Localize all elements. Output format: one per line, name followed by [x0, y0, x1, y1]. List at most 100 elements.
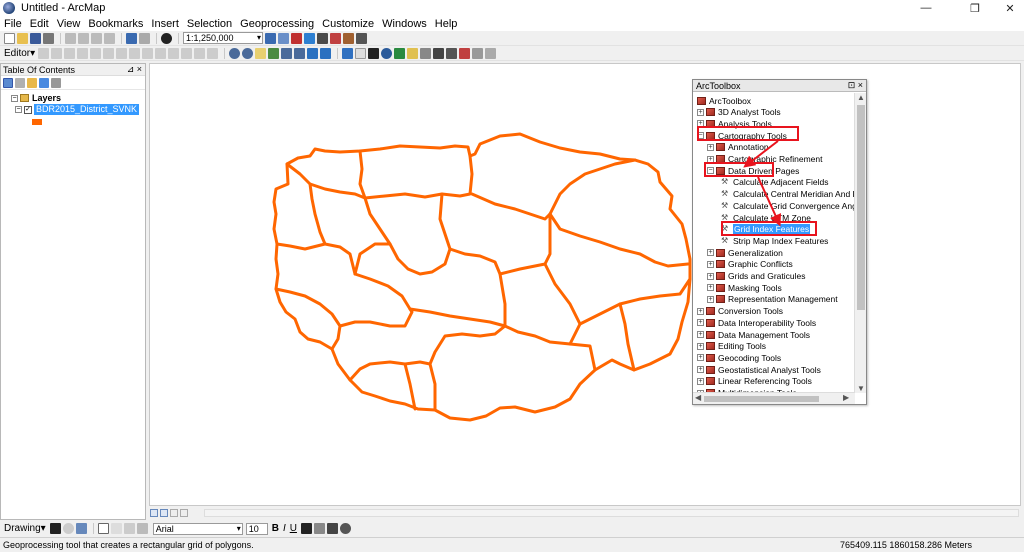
cut-polygons-icon[interactable]	[142, 47, 154, 59]
menu-help[interactable]: Help	[435, 18, 458, 30]
edit-tool-icon[interactable]	[38, 47, 50, 59]
html-popup-icon[interactable]	[407, 47, 419, 59]
list-by-visibility-icon[interactable]	[27, 77, 37, 88]
find-icon[interactable]	[433, 47, 445, 59]
editor-toolbar-icon[interactable]	[265, 32, 276, 44]
go-to-xy-icon[interactable]	[459, 47, 471, 59]
line-color-icon[interactable]	[326, 523, 338, 534]
underline-button[interactable]: U	[290, 523, 297, 534]
rotate-icon[interactable]	[62, 523, 74, 534]
pause-drawing-icon[interactable]	[180, 509, 188, 517]
clear-selection-icon[interactable]	[355, 47, 367, 59]
zoom-out-icon[interactable]	[242, 47, 254, 59]
select-elements-icon[interactable]	[368, 47, 380, 59]
go-back-icon[interactable]	[307, 47, 319, 59]
close-button[interactable]: ✕	[996, 0, 1024, 16]
layers-group[interactable]: − Layers	[11, 93, 61, 103]
reshape-icon[interactable]	[129, 47, 141, 59]
data-view-icon[interactable]	[150, 509, 158, 517]
select-features-icon[interactable]	[342, 47, 354, 59]
open-icon[interactable]	[17, 32, 28, 44]
add-data-icon[interactable]	[161, 32, 172, 44]
layer-visibility-checkbox[interactable]: ✓	[24, 105, 32, 114]
curved-text-icon[interactable]	[136, 523, 148, 534]
edit-annotation-icon[interactable]	[51, 47, 63, 59]
full-extent-icon[interactable]	[268, 47, 280, 59]
marker-color-icon[interactable]	[339, 523, 351, 534]
refresh-icon[interactable]	[170, 509, 178, 517]
whats-this-icon[interactable]	[356, 32, 367, 44]
map-horizontal-scrollbar[interactable]	[204, 509, 1019, 517]
redo-icon[interactable]	[139, 32, 150, 44]
map-scale-input[interactable]: 1:1,250,000	[183, 32, 263, 44]
fixed-zoom-out-icon[interactable]	[294, 47, 306, 59]
arctoolbox-icon[interactable]	[291, 32, 302, 44]
menu-windows[interactable]: Windows	[382, 18, 427, 30]
search-window-icon[interactable]	[317, 32, 328, 44]
minimize-button[interactable]: —	[912, 0, 940, 16]
layer-name[interactable]: BDR2015_District_SVNK	[34, 104, 140, 115]
layout-view-icon[interactable]	[160, 509, 168, 517]
text-icon[interactable]	[110, 523, 122, 534]
select-elements-icon[interactable]	[49, 523, 61, 534]
zoom-to-selected-icon[interactable]	[75, 523, 87, 534]
new-document-icon[interactable]	[4, 32, 15, 44]
map-display[interactable]	[149, 63, 1021, 506]
rectangle-icon[interactable]	[97, 523, 109, 534]
italic-button[interactable]: I	[283, 523, 286, 534]
point-icon[interactable]	[103, 47, 115, 59]
edit-vertices-icon[interactable]	[123, 523, 135, 534]
toc-options-icon[interactable]	[51, 77, 61, 88]
straight-segment-icon[interactable]	[64, 47, 76, 59]
cut-icon[interactable]	[65, 32, 76, 44]
save-icon[interactable]	[30, 32, 41, 44]
menu-edit[interactable]: Edit	[30, 18, 49, 30]
time-slider-icon[interactable]	[472, 47, 484, 59]
menu-file[interactable]: File	[4, 18, 22, 30]
copy-icon[interactable]	[78, 32, 89, 44]
bold-button[interactable]: B	[272, 523, 279, 534]
attributes-icon[interactable]	[181, 47, 193, 59]
create-viewer-icon[interactable]	[485, 47, 497, 59]
modelbuilder-icon[interactable]	[343, 32, 354, 44]
end-point-arc-icon[interactable]	[77, 47, 89, 59]
print-icon[interactable]	[43, 32, 54, 44]
fixed-zoom-in-icon[interactable]	[281, 47, 293, 59]
split-icon[interactable]	[155, 47, 167, 59]
font-size-select[interactable]: 10	[245, 522, 268, 535]
list-by-drawing-order-icon[interactable]	[3, 77, 13, 88]
identify-icon[interactable]	[381, 47, 393, 59]
collapse-icon[interactable]: −	[15, 106, 22, 113]
toc-window-icon[interactable]	[278, 32, 289, 44]
layer-item[interactable]: − ✓ BDR2015_District_SVNK	[15, 104, 140, 115]
zoom-in-icon[interactable]	[229, 47, 241, 59]
menu-insert[interactable]: Insert	[151, 18, 179, 30]
create-features-icon[interactable]	[207, 47, 219, 59]
toc-pin-close[interactable]: ⊿ ×	[127, 64, 142, 75]
list-by-source-icon[interactable]	[15, 77, 25, 88]
delete-icon[interactable]	[104, 32, 115, 44]
measure-icon[interactable]	[420, 47, 432, 59]
hyperlink-icon[interactable]	[394, 47, 406, 59]
pan-icon[interactable]	[255, 47, 267, 59]
catalog-icon[interactable]	[304, 32, 315, 44]
layer-symbol-swatch[interactable]	[32, 119, 42, 125]
sketch-properties-icon[interactable]	[194, 47, 206, 59]
restore-button[interactable]: ❐	[961, 0, 989, 16]
fill-color-icon[interactable]	[313, 523, 325, 534]
list-by-selection-icon[interactable]	[39, 77, 49, 88]
font-select[interactable]: Arial	[152, 522, 243, 535]
menu-bookmarks[interactable]: Bookmarks	[88, 18, 143, 30]
find-route-icon[interactable]	[446, 47, 458, 59]
go-forward-icon[interactable]	[320, 47, 332, 59]
menu-view[interactable]: View	[57, 18, 81, 30]
edit-vertices-icon[interactable]	[116, 47, 128, 59]
editor-menu[interactable]: Editor▾	[4, 48, 35, 59]
rotate-icon[interactable]	[168, 47, 180, 59]
trace-icon[interactable]	[90, 47, 102, 59]
menu-selection[interactable]: Selection	[187, 18, 232, 30]
paste-icon[interactable]	[91, 32, 102, 44]
font-color-icon[interactable]	[300, 523, 312, 534]
collapse-icon[interactable]: −	[11, 94, 18, 102]
drawing-menu[interactable]: Drawing▾	[4, 523, 46, 534]
